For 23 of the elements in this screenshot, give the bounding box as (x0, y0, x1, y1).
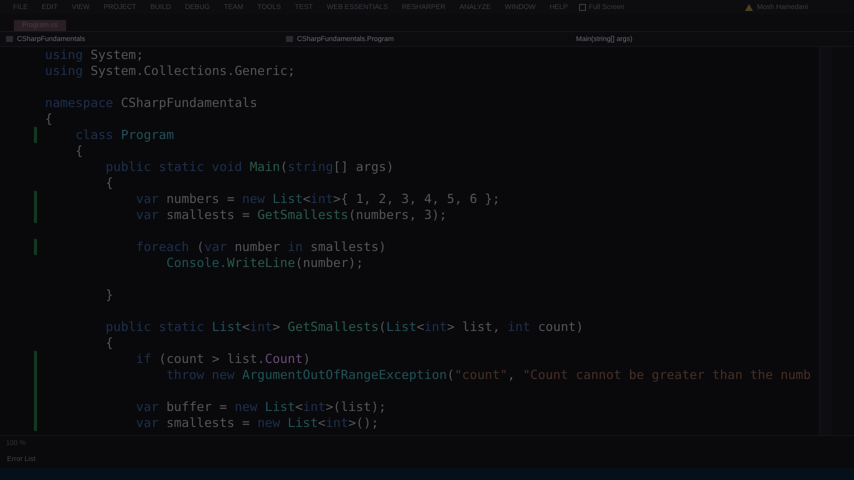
code-line: class Program (74, 127, 175, 143)
code-line: { (104, 175, 114, 191)
code-line: namespace CSharpFundamentals (45, 95, 258, 111)
code-line: var buffer = new List<int>(list); (134, 399, 388, 415)
code-line: { (74, 143, 84, 159)
code-line: { (45, 111, 54, 127)
code-line: throw new ArgumentOutOfRangeException("count", "Count cannot be greater than the numb (165, 367, 812, 383)
code-line: Console.WriteLine(number); (165, 255, 364, 271)
code-line: var smallests = new List<int>(); (134, 415, 380, 431)
code-line: public static void Main(string[] args) (104, 159, 395, 175)
code-line: using System; (45, 47, 145, 63)
code-line: } (104, 287, 114, 303)
project-icon (6, 36, 13, 42)
code-line: var smallests = GetSmallests(numbers, 3); (134, 207, 448, 223)
code-line: foreach (var number in smallests) (134, 239, 388, 255)
code-line: public static List<int> GetSmallests(List<int> list, int count) (104, 319, 584, 335)
class-icon (286, 36, 293, 42)
full-screen-icon (578, 4, 586, 10)
warning-icon (745, 4, 754, 10)
code-line: if (count > list.Count) (134, 351, 312, 367)
code-line: { (104, 335, 114, 351)
code-line: using System.Collections.Generic; (45, 63, 296, 79)
code-line: var numbers = new List<int>{ 1, 2, 3, 4, 5, 6 }; (134, 191, 501, 207)
